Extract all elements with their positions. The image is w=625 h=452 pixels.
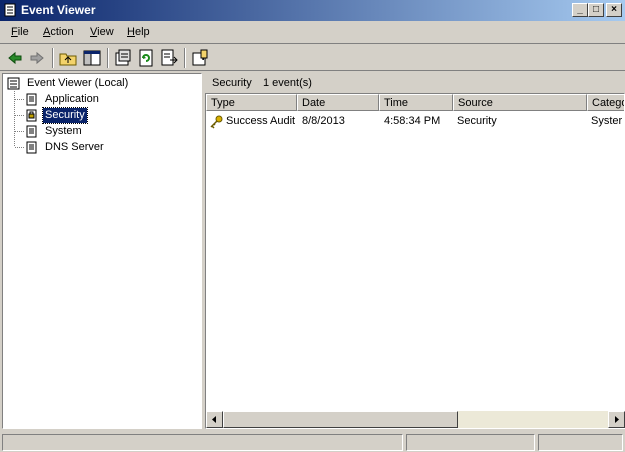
column-header-category[interactable]: Catego <box>587 94 624 111</box>
status-panel-2 <box>406 434 535 451</box>
results-header: Security 1 event(s) <box>206 74 625 92</box>
scroll-thumb[interactable] <box>223 411 458 428</box>
menu-bar: File Action View Help <box>0 22 625 44</box>
column-header-time[interactable]: Time <box>379 94 453 111</box>
status-panel-main <box>2 434 403 451</box>
key-icon <box>210 115 223 129</box>
properties-icon[interactable] <box>113 48 133 68</box>
security-log-icon <box>26 109 37 122</box>
export-list-icon[interactable] <box>159 48 179 68</box>
event-viewer-icon <box>7 77 20 90</box>
tree-item-label: DNS Server <box>45 141 104 153</box>
tree-item-label: Application <box>45 93 99 105</box>
tree-item-label: Event Viewer (Local) <box>27 77 129 89</box>
cell-type: Success Audit <box>226 115 296 127</box>
up-folder-icon[interactable] <box>58 48 78 68</box>
column-header-source[interactable]: Source <box>453 94 587 111</box>
scroll-right-button[interactable] <box>608 411 625 428</box>
tree-item-label: System <box>45 125 82 137</box>
toolbar-separator <box>52 48 54 68</box>
table-row[interactable]: Success Audit 8/8/2013 4:58:34 PM Securi… <box>207 114 624 130</box>
scroll-left-button[interactable] <box>206 411 223 428</box>
menu-help[interactable]: Help <box>127 26 150 38</box>
close-button[interactable]: × <box>606 3 622 17</box>
log-icon <box>26 125 37 138</box>
back-icon[interactable] <box>5 48 25 68</box>
toolbar-separator <box>107 48 109 68</box>
minimize-button[interactable]: _ <box>572 3 588 17</box>
refresh-icon[interactable] <box>136 48 156 68</box>
menu-view[interactable]: View <box>90 26 114 38</box>
cell-time: 4:58:34 PM <box>384 115 441 127</box>
arrow-left-icon <box>212 416 216 423</box>
help-icon[interactable]: ? <box>190 48 210 68</box>
event-list-pane: Type Date Time Source Catego <box>205 93 625 429</box>
show-hide-tree-icon[interactable] <box>82 48 102 68</box>
tree-item-label: Security <box>42 107 88 124</box>
cell-category: Syster <box>591 115 623 127</box>
toolbar-separator <box>184 48 186 68</box>
log-icon <box>26 141 37 154</box>
column-header-date[interactable]: Date <box>297 94 379 111</box>
event-viewer-app-icon <box>4 3 16 17</box>
cell-source: Security <box>457 115 497 127</box>
horizontal-scrollbar[interactable] <box>206 411 625 428</box>
maximize-button[interactable]: □ <box>588 3 604 17</box>
cell-date: 8/8/2013 <box>302 115 345 127</box>
toolbar: ? <box>0 45 625 71</box>
status-bar <box>0 432 625 452</box>
results-header-count: 1 event(s) <box>263 77 312 89</box>
forward-icon[interactable] <box>27 48 47 68</box>
menu-file[interactable]: File <box>11 26 29 38</box>
status-panel-3 <box>538 434 623 451</box>
column-header-type[interactable]: Type <box>206 94 297 111</box>
title-bar: Event Viewer _ □ × <box>0 0 625 21</box>
window-title: Event Viewer <box>21 3 96 17</box>
log-icon <box>26 93 37 106</box>
menu-action[interactable]: Action <box>43 26 74 38</box>
arrow-right-icon <box>615 416 619 423</box>
results-header-title: Security <box>212 77 252 89</box>
tree-pane: Event Viewer (Local) Application Securit… <box>2 73 202 429</box>
